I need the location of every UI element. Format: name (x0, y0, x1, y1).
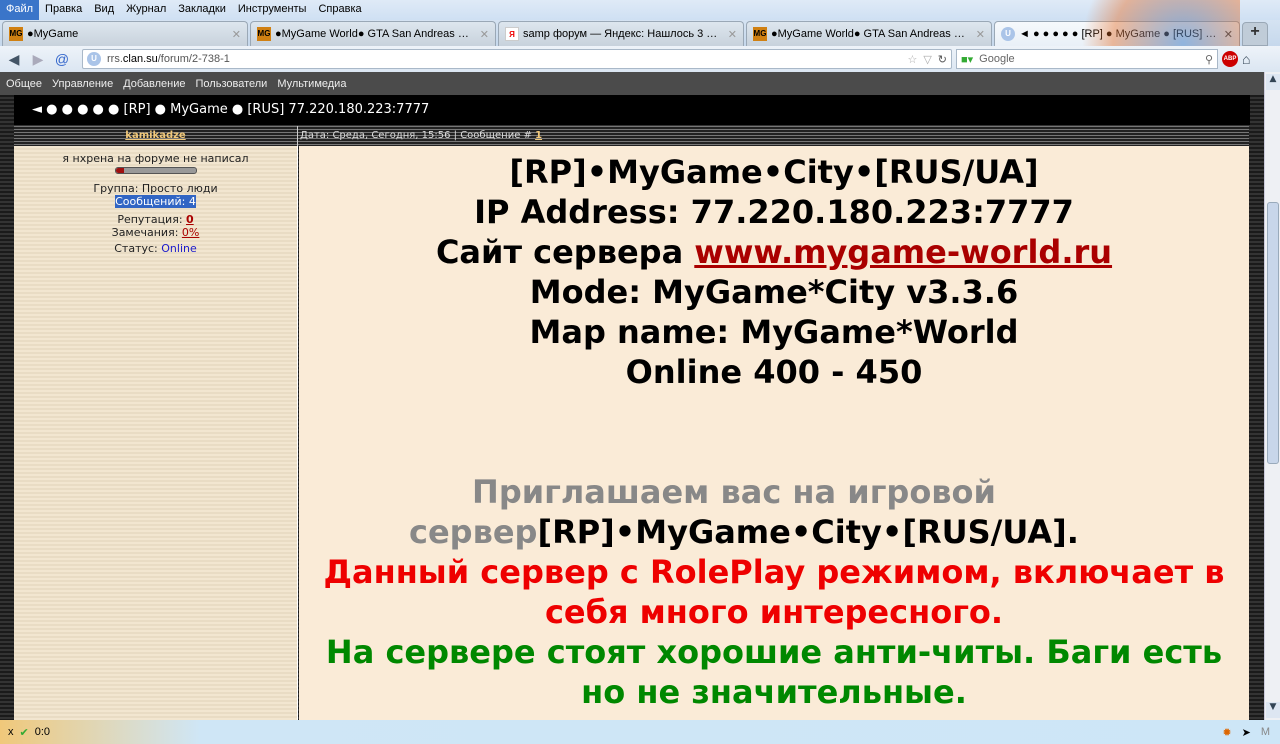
url-domain: clan.su (122, 53, 158, 65)
new-tab-button[interactable]: + (1242, 22, 1268, 46)
server-name: [RP]•MyGame•City•[RUS/UA] (509, 153, 1039, 191)
server-mode: Mode: MyGame*City v3.3.6 (529, 273, 1019, 311)
menu-edit[interactable]: Правка (39, 0, 88, 20)
forum-page: ◄ ● ● ● ● ● [RP] ● MyGame ● [RUS] 77.220… (0, 95, 1264, 720)
bookmark-star-icon[interactable]: ☆ (907, 53, 917, 66)
cursor-icon[interactable]: ➤ (1242, 726, 1251, 739)
menu-bar: Файл Правка Вид Журнал Закладки Инструме… (0, 0, 1280, 20)
rank-bar (114, 167, 197, 174)
nav-add[interactable]: Добавление (117, 78, 189, 90)
status-bar: x ✔ 0:0 ✹ ➤ M (0, 720, 1280, 744)
home-swirl-icon[interactable]: @ (52, 51, 72, 67)
tab[interactable]: MG ●MyGame ✕ (2, 21, 248, 46)
scrollbar-thumb[interactable] (1267, 202, 1279, 464)
reputation-value[interactable]: 0 (186, 213, 194, 226)
menu-bookmarks[interactable]: Закладки (172, 0, 232, 20)
favicon-icon: Я (505, 27, 519, 41)
tab[interactable]: Яsamp форум — Яндекс: Нашлось 3 млн... ✕ (498, 21, 744, 46)
tab-title: ●MyGame World● GTA San Andreas Mul... (771, 28, 972, 40)
google-icon[interactable]: ■▾ (961, 53, 973, 66)
adblock-icon[interactable]: ABP (1222, 51, 1238, 67)
extension-icon[interactable]: ✹ (1222, 726, 1231, 739)
status-value: Online (161, 242, 197, 255)
anticheat-text: На сервере стоят хорошие анти-читы. Баги… (325, 633, 1223, 711)
reload-icon[interactable]: ↻ (938, 53, 947, 66)
home-icon[interactable]: ⌂ (1242, 51, 1250, 67)
menu-help[interactable]: Справка (312, 0, 367, 20)
tab-title: ●MyGame (27, 28, 79, 40)
back-icon[interactable]: ◀ (4, 51, 24, 68)
tab[interactable]: MG ●MyGame World● GTA San Andreas Mul... ✕ (746, 21, 992, 46)
site-identity-icon[interactable]: U (87, 52, 101, 66)
user-group: Группа: Просто люди (93, 182, 218, 195)
post-header: kamikadze Дата: Среда, Сегодня, 15:56 | … (14, 126, 1249, 146)
mail-icon[interactable]: M (1261, 726, 1270, 739)
favicon-icon: MG (753, 27, 767, 41)
thread-title: ◄ ● ● ● ● ● [RP] ● MyGame ● [RUS] 77.220… (14, 95, 1250, 125)
vertical-scrollbar[interactable]: ▲ ▼ (1264, 72, 1280, 720)
map-name: Map name: MyGame*World (529, 313, 1019, 351)
post-number-link[interactable]: 1 (535, 130, 542, 141)
tab[interactable]: MG ●MyGame World● GTA San Andreas Mul... ✕ (250, 21, 496, 46)
scroll-up-icon[interactable]: ▲ (1266, 74, 1280, 90)
menu-file[interactable]: Файл (0, 0, 40, 20)
menu-tools[interactable]: Инструменты (232, 0, 313, 20)
search-icon[interactable]: ⚲ (1205, 53, 1213, 66)
scroll-down-icon[interactable]: ▼ (1266, 702, 1280, 718)
site-label: Сайт сервера (435, 233, 695, 271)
close-icon[interactable]: ✕ (232, 28, 241, 41)
close-statusbar-icon[interactable]: x (8, 726, 14, 738)
online-count: Online 400 - 450 (625, 353, 923, 391)
tab-title: samp форум — Яндекс: Нашлось 3 млн... (523, 28, 724, 40)
tab-title: ◄ ● ● ● ● ● [RP] ● MyGame ● [RUS] 7... (1019, 28, 1220, 40)
url-bar[interactable]: U rrs.clan.su/forum/2-738-1 ☆ ▽ ↻ (82, 49, 952, 69)
nav-general[interactable]: Общее (0, 78, 46, 90)
tab-active[interactable]: U ◄ ● ● ● ● ● [RP] ● MyGame ● [RUS] 7... ✕ (994, 21, 1240, 46)
dropdown-icon[interactable]: ▽ (923, 53, 931, 66)
close-icon[interactable]: ✕ (728, 28, 737, 41)
close-icon[interactable]: ✕ (480, 28, 489, 41)
tab-title: ●MyGame World● GTA San Andreas Mul... (275, 28, 476, 40)
nav-users[interactable]: Пользователи (190, 78, 272, 90)
post-body: [RP]•MyGame•City•[RUS/UA] IP Address: 77… (299, 146, 1249, 720)
description-text: Данный сервер с RolePlay режимом, включа… (323, 553, 1225, 631)
close-icon[interactable]: ✕ (976, 28, 985, 41)
invite-server: [RP]•MyGame•City•[RUS/UA]. (537, 513, 1079, 551)
user-title: я нхрена на форуме не написал (62, 152, 249, 165)
addon-icon[interactable]: ✔ (20, 726, 29, 739)
warnings-label: Замечания: (111, 226, 179, 239)
search-input[interactable]: Google (979, 53, 1199, 65)
favicon-icon: U (1001, 27, 1015, 41)
user-info: я нхрена на форуме не написал Группа: Пр… (14, 146, 298, 720)
search-bar[interactable]: ■▾ Google ⚲ (956, 49, 1218, 69)
tab-strip: MG ●MyGame ✕ MG ●MyGame World● GTA San Andr… (0, 20, 1280, 46)
nav-multimedia[interactable]: Мультимедиа (271, 78, 350, 90)
navigation-bar: ◀ ▶ @ U rrs.clan.su/forum/2-738-1 ☆ ▽ ↻ … (0, 46, 1280, 72)
status-counter: 0:0 (34, 726, 51, 738)
post-author[interactable]: kamikadze (14, 126, 298, 146)
post-date: Дата: Среда, Сегодня, 15:56 | Сообщение … (300, 130, 532, 141)
site-link[interactable]: www.mygame-world.ru (694, 233, 1112, 271)
reputation-label: Репутация: (117, 213, 183, 226)
status-label: Статус: (114, 242, 158, 255)
url-prefix: rrs. (107, 53, 123, 65)
menu-history[interactable]: Журнал (120, 0, 172, 20)
close-icon[interactable]: ✕ (1224, 28, 1233, 41)
nav-management[interactable]: Управление (46, 78, 117, 90)
forward-icon[interactable]: ▶ (28, 51, 48, 68)
url-path: /forum/2-738-1 (157, 53, 230, 65)
menu-view[interactable]: Вид (88, 0, 120, 20)
favicon-icon: MG (9, 27, 23, 41)
warnings-value[interactable]: 0% (182, 226, 199, 239)
favicon-icon: MG (257, 27, 271, 41)
server-ip: IP Address: 77.220.180.223:7777 (474, 193, 1074, 231)
message-count: Сообщений: 4 (115, 195, 196, 208)
forum-admin-nav: Общее Управление Добавление Пользователи… (0, 72, 1264, 95)
